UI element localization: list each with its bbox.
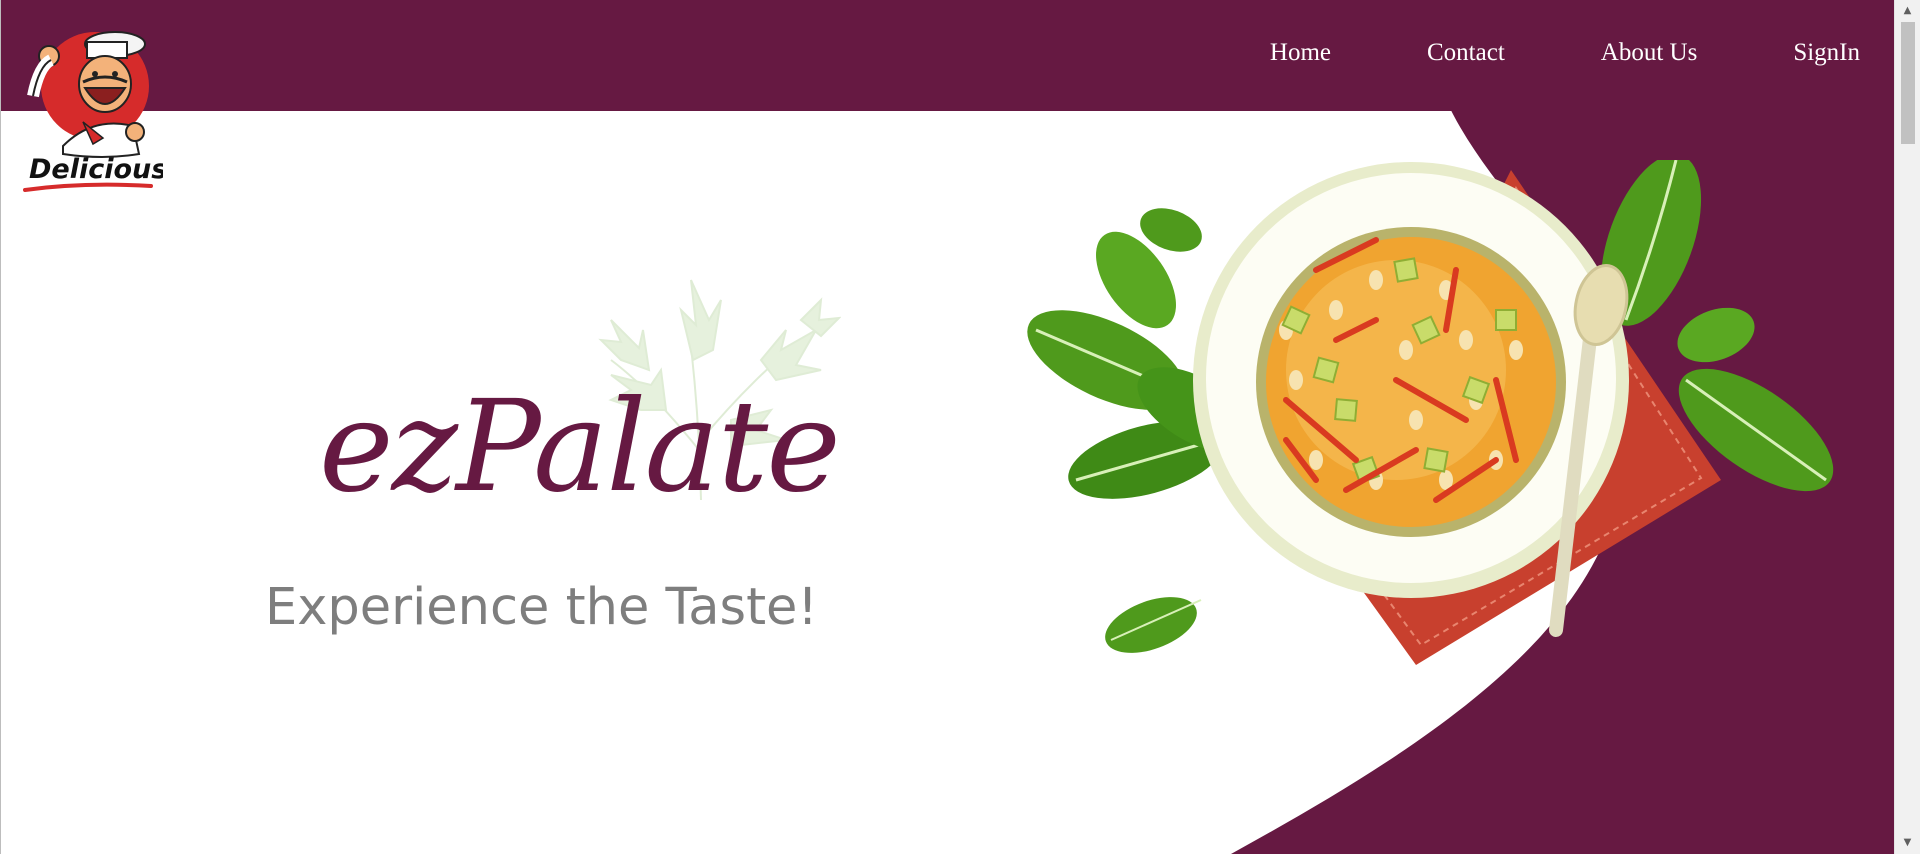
scroll-thumb[interactable]: [1901, 22, 1915, 144]
nav-contact-link[interactable]: Contact: [1427, 40, 1505, 71]
nav-home-link[interactable]: Home: [1270, 40, 1331, 71]
page-viewport: Home Contact About Us SignIn Deliciou ez…: [0, 0, 1894, 854]
delicious-logo[interactable]: Delicious!: [23, 26, 163, 196]
hero-tagline: Experience the Taste!: [265, 578, 818, 637]
top-navbar: Home Contact About Us SignIn: [1, 0, 1894, 111]
vertical-scrollbar[interactable]: ▲ ▼: [1894, 0, 1920, 854]
logo-wordmark: Delicious!: [29, 154, 163, 185]
browser-page: Home Contact About Us SignIn Deliciou ez…: [0, 0, 1920, 854]
chef-mascot-icon: [27, 31, 149, 158]
scroll-up-arrow-icon[interactable]: ▲: [1895, 2, 1920, 20]
main-nav: Home Contact About Us SignIn: [1270, 0, 1860, 111]
nav-about-us-link[interactable]: About Us: [1601, 40, 1698, 71]
scroll-down-arrow-icon[interactable]: ▼: [1895, 834, 1920, 852]
soup-bowl-illustration: [1027, 160, 1834, 665]
nav-signin-link[interactable]: SignIn: [1793, 40, 1860, 71]
brand-title: ezPalate: [319, 373, 841, 520]
